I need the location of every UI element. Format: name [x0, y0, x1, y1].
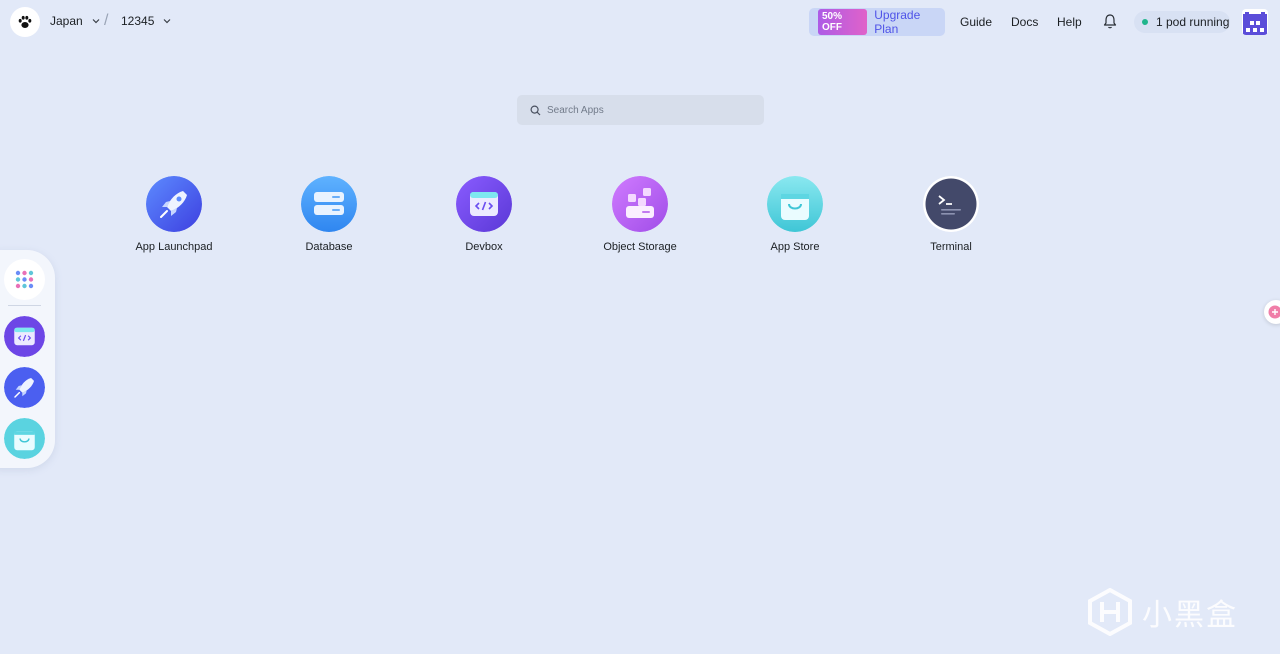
app-label: Terminal [930, 241, 972, 253]
search-icon [530, 104, 541, 115]
object-storage-tile[interactable]: Object Storage [580, 176, 700, 253]
dock-divider [8, 305, 41, 306]
app-label: Object Storage [603, 241, 677, 253]
devbox-code-icon [456, 176, 512, 232]
top-bar: Japan / 12345 50% OFF Upgrade Plan Guide… [0, 0, 1280, 44]
left-dock [0, 250, 55, 468]
pod-status-indicator[interactable]: 1 pod running [1134, 11, 1230, 33]
shopping-bag-icon [767, 176, 823, 232]
pod-status-label: 1 pod running [1156, 15, 1230, 29]
assistant-icon [1268, 305, 1280, 319]
search-box[interactable] [517, 95, 764, 125]
status-dot-icon [1142, 19, 1148, 25]
rocket-icon[interactable] [4, 367, 45, 408]
app-store-tile[interactable]: App Store [735, 176, 855, 253]
terminal-tile[interactable]: Terminal [891, 176, 1011, 253]
breadcrumb-separator: / [104, 12, 109, 29]
shopping-bag-icon[interactable] [4, 418, 45, 459]
upgrade-plan-label: Upgrade Plan [874, 8, 921, 36]
bell-icon[interactable] [1102, 13, 1118, 30]
object-storage-icon [612, 176, 668, 232]
watermark-logo-icon [1088, 588, 1132, 636]
docs-link[interactable]: Docs [1011, 15, 1038, 29]
workspace-label: 12345 [121, 14, 155, 28]
workspace-selector[interactable]: 12345 [121, 14, 172, 28]
watermark-text: 小黑盒 [1142, 599, 1238, 632]
terminal-icon [923, 176, 979, 232]
region-selector[interactable]: Japan [50, 14, 101, 28]
database-tile[interactable]: Database [269, 176, 389, 253]
watermark: 小黑盒 [1088, 588, 1238, 636]
search-input[interactable] [547, 104, 747, 116]
region-label: Japan [50, 14, 83, 28]
database-icon [301, 176, 357, 232]
app-launchpad-tile[interactable]: App Launchpad [114, 176, 234, 253]
devbox-tile[interactable]: Devbox [424, 176, 544, 253]
app-label: Devbox [465, 241, 503, 253]
app-label: Database [305, 241, 353, 253]
paw-logo-icon[interactable] [10, 7, 40, 37]
app-label: App Launchpad [135, 241, 213, 253]
chevron-down-icon [163, 19, 171, 24]
discount-badge: 50% OFF [818, 9, 868, 35]
chevron-down-icon [92, 19, 100, 24]
avatar[interactable] [1242, 9, 1268, 35]
upgrade-plan-button[interactable]: 50% OFF Upgrade Plan [809, 8, 945, 36]
help-link[interactable]: Help [1057, 15, 1082, 29]
app-label: App Store [770, 241, 820, 253]
desktop: Japan / 12345 50% OFF Upgrade Plan Guide… [0, 0, 1280, 654]
floating-assistant-button[interactable] [1264, 300, 1280, 324]
rocket-icon [146, 176, 202, 232]
apps-grid-icon[interactable] [4, 259, 45, 300]
guide-link[interactable]: Guide [960, 15, 992, 29]
devbox-code-icon[interactable] [4, 316, 45, 357]
